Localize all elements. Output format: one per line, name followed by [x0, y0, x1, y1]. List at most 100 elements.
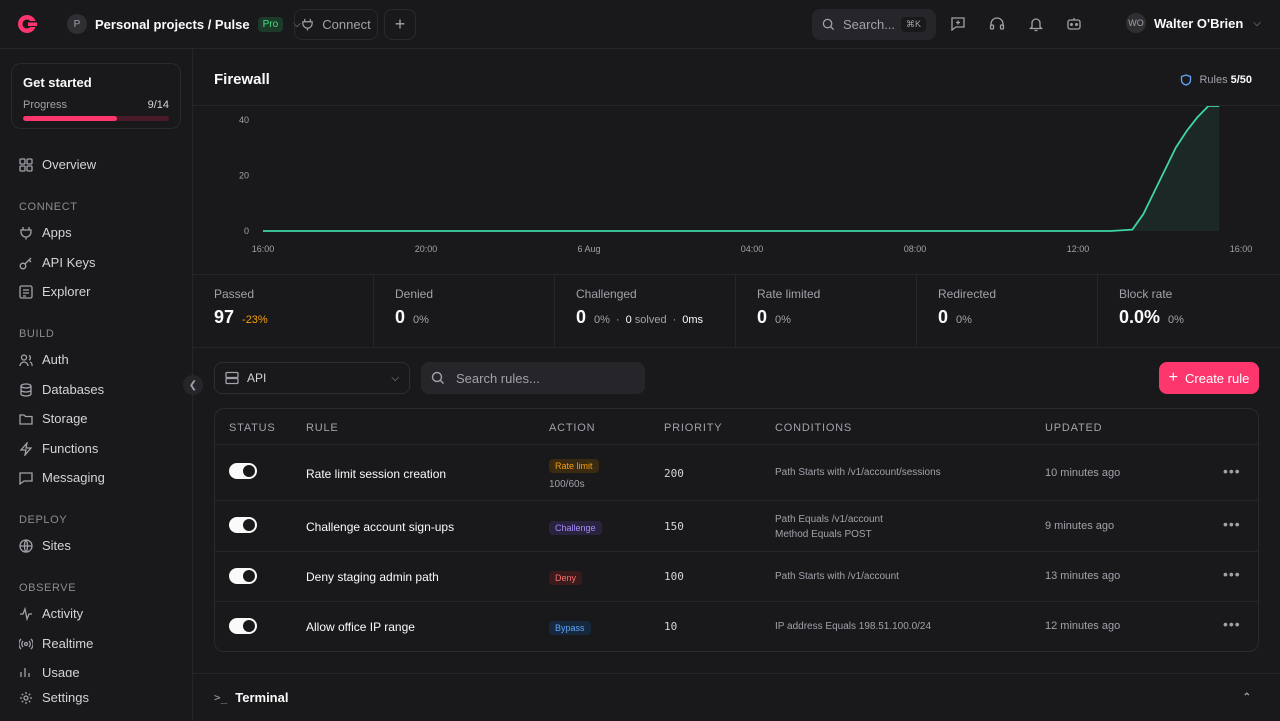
stat-change: 0%: [413, 314, 429, 326]
sidebar-item-realtime[interactable]: Realtime: [19, 636, 93, 651]
headset-icon[interactable]: [988, 15, 1006, 33]
stat-value: 0.0%: [1119, 307, 1161, 327]
stat-dot: ·: [615, 314, 620, 326]
more-icon[interactable]: •••: [1223, 463, 1241, 479]
chevron-down-icon: ⌵: [1253, 17, 1261, 29]
rule-name: Challenge account sign-ups: [306, 520, 455, 534]
stats-row: Passed 97 -23% Denied 0 0% Challenged 0 0% …: [193, 275, 1280, 348]
feedback-icon[interactable]: [949, 15, 967, 33]
list-icon: [19, 284, 33, 299]
section-build: BUILD: [19, 328, 55, 340]
collapse-sidebar-button[interactable]: ❮: [183, 375, 203, 395]
action-badge: Challenge: [549, 521, 602, 535]
column-rule[interactable]: RULE: [306, 422, 339, 434]
sidebar-item-explorer[interactable]: Explorer: [19, 284, 90, 299]
connect-label: Connect: [322, 17, 371, 32]
sidebar-item-api-keys[interactable]: API Keys: [19, 255, 95, 270]
series-line: [263, 105, 1220, 232]
create-rule-button[interactable]: + Create rule: [1159, 362, 1259, 394]
sidebar-item-label: Functions: [42, 441, 99, 456]
main-content: Firewall Rules 5/50 0 20 40 16:00 20:00 6 Aug…: [193, 49, 1280, 721]
column-priority[interactable]: PRIORITY: [664, 422, 722, 434]
plus-icon: +: [394, 14, 406, 34]
priority-value: 200: [664, 467, 684, 480]
gear-icon: [20, 691, 32, 704]
more-icon[interactable]: •••: [1223, 566, 1241, 582]
sidebar-item-activity[interactable]: Activity: [19, 606, 83, 621]
x-tick-label: 6 Aug: [577, 244, 600, 254]
project-switcher[interactable]: P Personal projects / Pulse Pro ⌵: [67, 13, 301, 35]
search-rules-input[interactable]: Search rules...: [421, 362, 645, 394]
bell-icon[interactable]: [1027, 15, 1045, 33]
project-avatar: P: [67, 14, 87, 34]
stat-rate-limited: Rate limited 0 0%: [736, 275, 917, 347]
sidebar-item-storage[interactable]: Storage: [19, 411, 88, 426]
priority-value: 150: [664, 520, 684, 533]
condition-line: IP address Equals 198.51.100.0/24: [775, 621, 932, 632]
assistant-icon[interactable]: [1065, 15, 1083, 33]
more-icon[interactable]: •••: [1223, 616, 1241, 632]
user-menu[interactable]: WO Walter O'Brien ⌵: [1126, 13, 1261, 33]
sidebar-item-auth[interactable]: Auth: [19, 352, 69, 367]
stat-value: 0: [757, 307, 768, 327]
stat-passed: Passed 97 -23%: [193, 275, 374, 347]
grid-icon: [19, 157, 33, 172]
sidebar-item-label: Usage: [42, 665, 80, 677]
status-toggle[interactable]: [229, 463, 257, 479]
table-row[interactable]: Challenge account sign-ups Challenge 150…: [215, 501, 1258, 552]
lightning-icon: [19, 441, 33, 456]
sidebar-item-label: Settings: [42, 690, 89, 705]
create-rule-label: Create rule: [1185, 370, 1250, 386]
sidebar-item-label: Sites: [42, 538, 71, 553]
sidebar-item-label: Messaging: [42, 470, 105, 485]
stat-label: Rate limited: [757, 287, 821, 301]
connect-button[interactable]: Connect: [294, 9, 378, 40]
sidebar-item-sites[interactable]: Sites: [19, 538, 71, 553]
x-tick-label: 04:00: [741, 244, 764, 254]
table-row[interactable]: Allow office IP range Bypass 10 IP addre…: [215, 602, 1258, 651]
x-tick-label: 20:00: [415, 244, 438, 254]
project-name: Personal projects / Pulse: [95, 16, 250, 32]
stat-challenged: Challenged 0 0% · 0 solved · 0ms: [555, 275, 736, 347]
x-tick-label: 16:00: [1230, 244, 1253, 254]
column-updated[interactable]: UPDATED: [1045, 422, 1102, 434]
priority-value: 100: [664, 570, 684, 583]
users-icon: [19, 353, 33, 366]
status-toggle[interactable]: [229, 618, 257, 634]
scope-select[interactable]: API ⌵: [214, 362, 410, 394]
terminal-icon: >_: [214, 691, 228, 704]
column-action[interactable]: ACTION: [549, 422, 595, 434]
terminal-panel[interactable]: >_ Terminal ⌃: [193, 673, 1280, 721]
more-icon[interactable]: •••: [1223, 516, 1241, 532]
chart-icon: [20, 668, 30, 677]
search-rules-placeholder: Search rules...: [456, 370, 540, 386]
sidebar-item-apps[interactable]: Apps: [19, 225, 72, 240]
add-button[interactable]: +: [384, 9, 416, 40]
plug-icon: [20, 226, 32, 239]
table-row[interactable]: Deny staging admin path Deny 100 Path St…: [215, 552, 1258, 602]
sidebar-item-overview[interactable]: Overview: [19, 157, 96, 172]
sidebar-item-functions[interactable]: Functions: [19, 441, 98, 456]
logo-icon[interactable]: [16, 13, 38, 35]
updated-time: 10 minutes ago: [1045, 467, 1121, 479]
sidebar-item-settings[interactable]: Settings: [19, 690, 89, 705]
rule-name: Rate limit session creation: [306, 467, 447, 481]
status-toggle[interactable]: [229, 517, 257, 533]
get-started-card[interactable]: Get started Progress 9/14: [11, 63, 181, 129]
sidebar-item-usage[interactable]: Usage: [19, 665, 80, 677]
stat-redirected: Redirected 0 0%: [917, 275, 1098, 347]
global-search[interactable]: Search... ⌘K: [812, 9, 936, 40]
sidebar-item-label: Overview: [42, 157, 97, 172]
sidebar-item-label: API Keys: [42, 255, 96, 270]
column-status[interactable]: STATUS: [229, 422, 276, 434]
sidebar-item-databases[interactable]: Databases: [19, 382, 104, 397]
message-icon: [19, 471, 33, 485]
scope-select-value: API: [247, 371, 267, 385]
table-row[interactable]: Rate limit session creation Rate limit 1…: [215, 445, 1258, 501]
sidebar-item-messaging[interactable]: Messaging: [19, 470, 105, 485]
chevron-up-icon[interactable]: ⌃: [1243, 692, 1251, 703]
condition-line: Path Equals /v1/account: [775, 514, 883, 525]
column-conditions[interactable]: CONDITIONS: [775, 422, 852, 434]
status-toggle[interactable]: [229, 568, 257, 584]
x-tick-label: 08:00: [904, 244, 927, 254]
